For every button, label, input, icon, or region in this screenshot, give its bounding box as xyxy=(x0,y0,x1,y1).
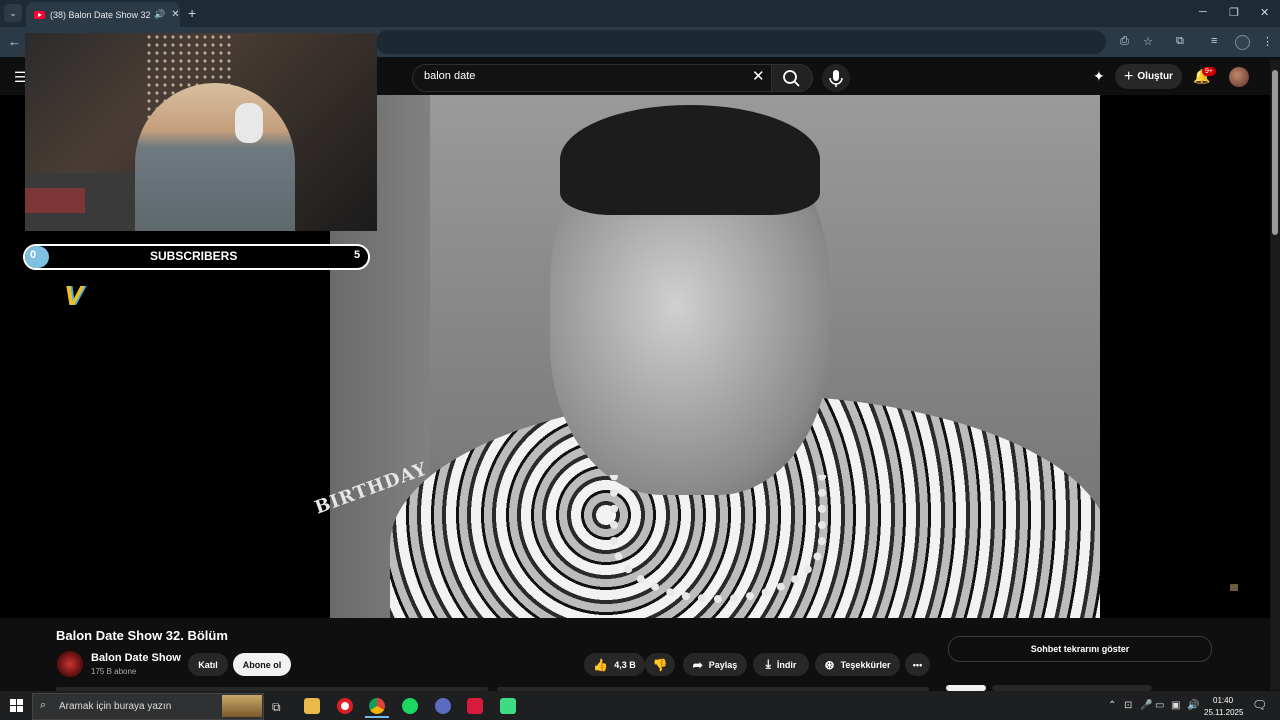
notification-center-icon[interactable]: 🗨 xyxy=(1252,698,1267,712)
tray-app-icon[interactable]: ⊡ xyxy=(1124,700,1132,711)
video-title: Balon Date Show 32. Bölüm xyxy=(56,628,228,643)
share-label: Paylaş xyxy=(708,659,738,670)
search-icon xyxy=(783,70,800,87)
thumbs-down-icon: 👎 xyxy=(652,657,668,672)
taskbar-search-icon: ⌕ xyxy=(40,699,47,711)
window-restore-button[interactable]: ❐ xyxy=(1229,6,1239,19)
subscribe-button[interactable]: Abone ol xyxy=(233,653,291,676)
account-avatar[interactable] xyxy=(1229,67,1249,87)
tab-search-icon[interactable]: ⌄ xyxy=(4,4,22,22)
channel-avatar[interactable] xyxy=(57,651,83,677)
create-label: Oluştur xyxy=(1137,71,1173,82)
premium-star-icon[interactable]: ✦ xyxy=(1093,68,1105,85)
file-explorer-icon[interactable] xyxy=(304,698,320,714)
search-query-text: balon date xyxy=(424,70,476,82)
search-button[interactable] xyxy=(771,64,813,92)
windows-start-icon[interactable] xyxy=(10,699,23,712)
network-icon[interactable]: ▣ xyxy=(1171,700,1180,711)
like-count: 4,3 B xyxy=(614,659,636,670)
dislike-button[interactable]: 👎 xyxy=(645,653,675,676)
share-icon: ➦ xyxy=(692,657,703,672)
streamer-webcam xyxy=(25,33,377,231)
volume-icon[interactable]: 🔊 xyxy=(1187,700,1199,711)
channel-subscriber-count: 175 B abone xyxy=(91,667,137,676)
window-close-button[interactable]: ✕ xyxy=(1260,6,1269,19)
download-button[interactable]: ⤓ İndir xyxy=(753,653,809,676)
extensions-icon[interactable]: ⧉ xyxy=(1176,35,1184,48)
video-person-hair xyxy=(560,105,820,215)
task-view-icon[interactable]: ⧉ xyxy=(272,700,281,715)
chrome-active-indicator xyxy=(365,716,389,718)
video-chain xyxy=(610,475,826,603)
share-button[interactable]: ➦ Paylaş xyxy=(683,653,747,676)
new-tab-button[interactable]: + xyxy=(188,5,196,21)
active-tab[interactable]: (38) Balon Date Show 32. Bö 🔊 ✕ xyxy=(26,2,180,27)
video-corner-watermark xyxy=(1230,584,1238,591)
streamer-logo-icon: V xyxy=(64,280,83,311)
media-controls-icon[interactable]: ≡ xyxy=(1211,35,1217,47)
plus-icon: + xyxy=(1124,67,1134,85)
address-bar[interactable] xyxy=(376,30,1106,54)
video-frame xyxy=(330,95,1100,618)
subscriber-goal-label: SUBSCRIBERS xyxy=(150,249,238,263)
back-arrow-icon[interactable]: ← xyxy=(8,34,21,49)
youtube-favicon-icon xyxy=(34,10,45,19)
subscriber-goal-start: 0 xyxy=(30,249,37,261)
app-blue-icon[interactable] xyxy=(435,698,451,714)
search-clear-icon[interactable]: ✕ xyxy=(752,67,765,85)
taskbar-date[interactable]: 25.11.2025 xyxy=(1204,708,1243,717)
thumbs-up-icon: 👍 xyxy=(593,657,609,672)
download-icon: ⤓ xyxy=(765,657,771,671)
page-scrollbar[interactable] xyxy=(1270,60,1280,690)
super-thanks-icon: ⊛ xyxy=(824,657,835,672)
download-label: İndir xyxy=(776,659,797,670)
microphone-icon xyxy=(829,70,843,87)
taskbar-search-highlight-image xyxy=(222,695,262,717)
cast-icon[interactable]: ⎙ xyxy=(1120,35,1129,48)
windows-taskbar: ⌕ Aramak için buraya yazın xyxy=(0,691,1280,720)
tab-audio-icon[interactable]: 🔊 xyxy=(154,9,165,20)
browser-tab-bar: ⌄ (38) Balon Date Show 32. Bö 🔊 ✕ + ─ ❐ … xyxy=(0,0,1280,27)
channel-name[interactable]: Balon Date Show xyxy=(91,652,181,664)
window-minimize-button[interactable]: ─ xyxy=(1199,6,1207,18)
microphone-tray-icon[interactable]: 🎤 xyxy=(1140,700,1152,711)
taskbar-time[interactable]: 01:40 xyxy=(1213,696,1233,705)
browser-profile-avatar[interactable] xyxy=(1235,35,1250,50)
subscriber-goal-fill xyxy=(25,246,49,268)
bookmark-star-icon[interactable]: ☆ xyxy=(1143,35,1153,48)
taskbar-search-placeholder: Aramak için buraya yazın xyxy=(59,701,172,712)
webcam-streamer xyxy=(135,83,295,231)
tray-screen-icon[interactable]: ▭ xyxy=(1155,700,1164,711)
browser-menu-icon[interactable]: ⋮ xyxy=(1262,35,1273,48)
more-actions-button[interactable]: ••• xyxy=(905,653,930,676)
join-button[interactable]: Katıl xyxy=(188,653,228,676)
like-button[interactable]: 👍 4,3 B xyxy=(584,653,645,676)
opera-icon[interactable] xyxy=(337,698,353,714)
webcam-headphones xyxy=(235,103,263,143)
subscriber-goal-end: 5 xyxy=(354,249,361,261)
webcam-keyboard xyxy=(25,188,85,213)
app-red-icon[interactable] xyxy=(467,698,483,714)
app-green-icon[interactable] xyxy=(500,698,516,714)
tab-title: (38) Balon Date Show 32. Bö xyxy=(50,9,150,20)
thanks-button[interactable]: ⊛ Teşekkürler xyxy=(815,653,900,676)
spotify-icon[interactable] xyxy=(402,698,418,714)
tab-close-icon[interactable]: ✕ xyxy=(171,9,179,20)
notifications-badge: 9+ xyxy=(1202,67,1216,76)
thanks-label: Teşekkürler xyxy=(840,659,891,670)
create-button[interactable]: + Oluştur xyxy=(1115,64,1182,89)
show-chat-replay-button[interactable]: Sohbet tekrarını göster xyxy=(948,636,1212,662)
more-horizontal-icon: ••• xyxy=(912,659,923,670)
scrollbar-thumb[interactable] xyxy=(1272,70,1278,235)
chrome-icon[interactable] xyxy=(369,698,385,714)
tray-expand-icon[interactable]: ⌃ xyxy=(1108,700,1116,711)
voice-search-button[interactable] xyxy=(822,64,850,92)
